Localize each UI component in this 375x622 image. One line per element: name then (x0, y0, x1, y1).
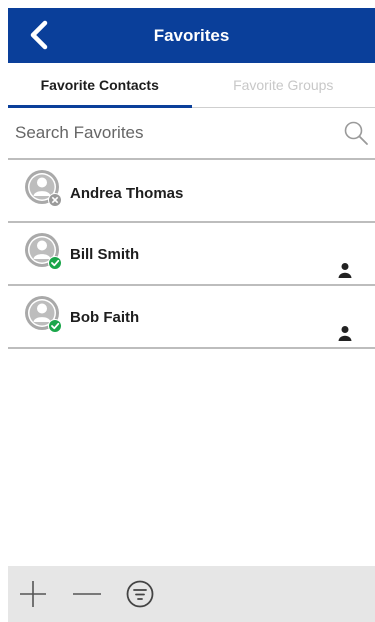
contact-name: Bob Faith (70, 309, 140, 326)
search-icon[interactable] (343, 120, 369, 146)
tab-favorite-contacts[interactable]: Favorite Contacts (8, 63, 192, 108)
offline-status-icon (48, 193, 62, 207)
avatar-icon (25, 233, 62, 270)
filter-icon[interactable] (124, 578, 156, 610)
minus-icon[interactable] (71, 578, 103, 610)
contact-list: Andrea Thomas Bill Smith Bob Faith (8, 160, 375, 349)
contact-name: Andrea Thomas (70, 185, 184, 202)
tab-bar: Favorite Contacts Favorite Groups (8, 63, 375, 108)
back-button[interactable] (22, 18, 56, 52)
contact-row[interactable]: Bill Smith (8, 223, 375, 286)
person-icon (338, 326, 352, 341)
contact-row[interactable]: Bob Faith (8, 286, 375, 349)
app-header: Favorites (8, 8, 375, 63)
avatar-icon (25, 170, 62, 207)
online-status-icon (48, 256, 62, 270)
contact-name: Bill Smith (70, 246, 140, 263)
search-bar (8, 108, 375, 160)
online-status-icon (48, 319, 62, 333)
person-icon (338, 263, 352, 278)
plus-icon[interactable] (17, 578, 49, 610)
contact-row[interactable]: Andrea Thomas (8, 160, 375, 223)
search-input[interactable] (8, 117, 337, 149)
chevron-left-icon (30, 20, 48, 50)
avatar-icon (25, 296, 62, 333)
page-title: Favorites (153, 25, 230, 45)
bottom-toolbar (8, 566, 375, 622)
tab-favorite-groups[interactable]: Favorite Groups (192, 63, 375, 107)
